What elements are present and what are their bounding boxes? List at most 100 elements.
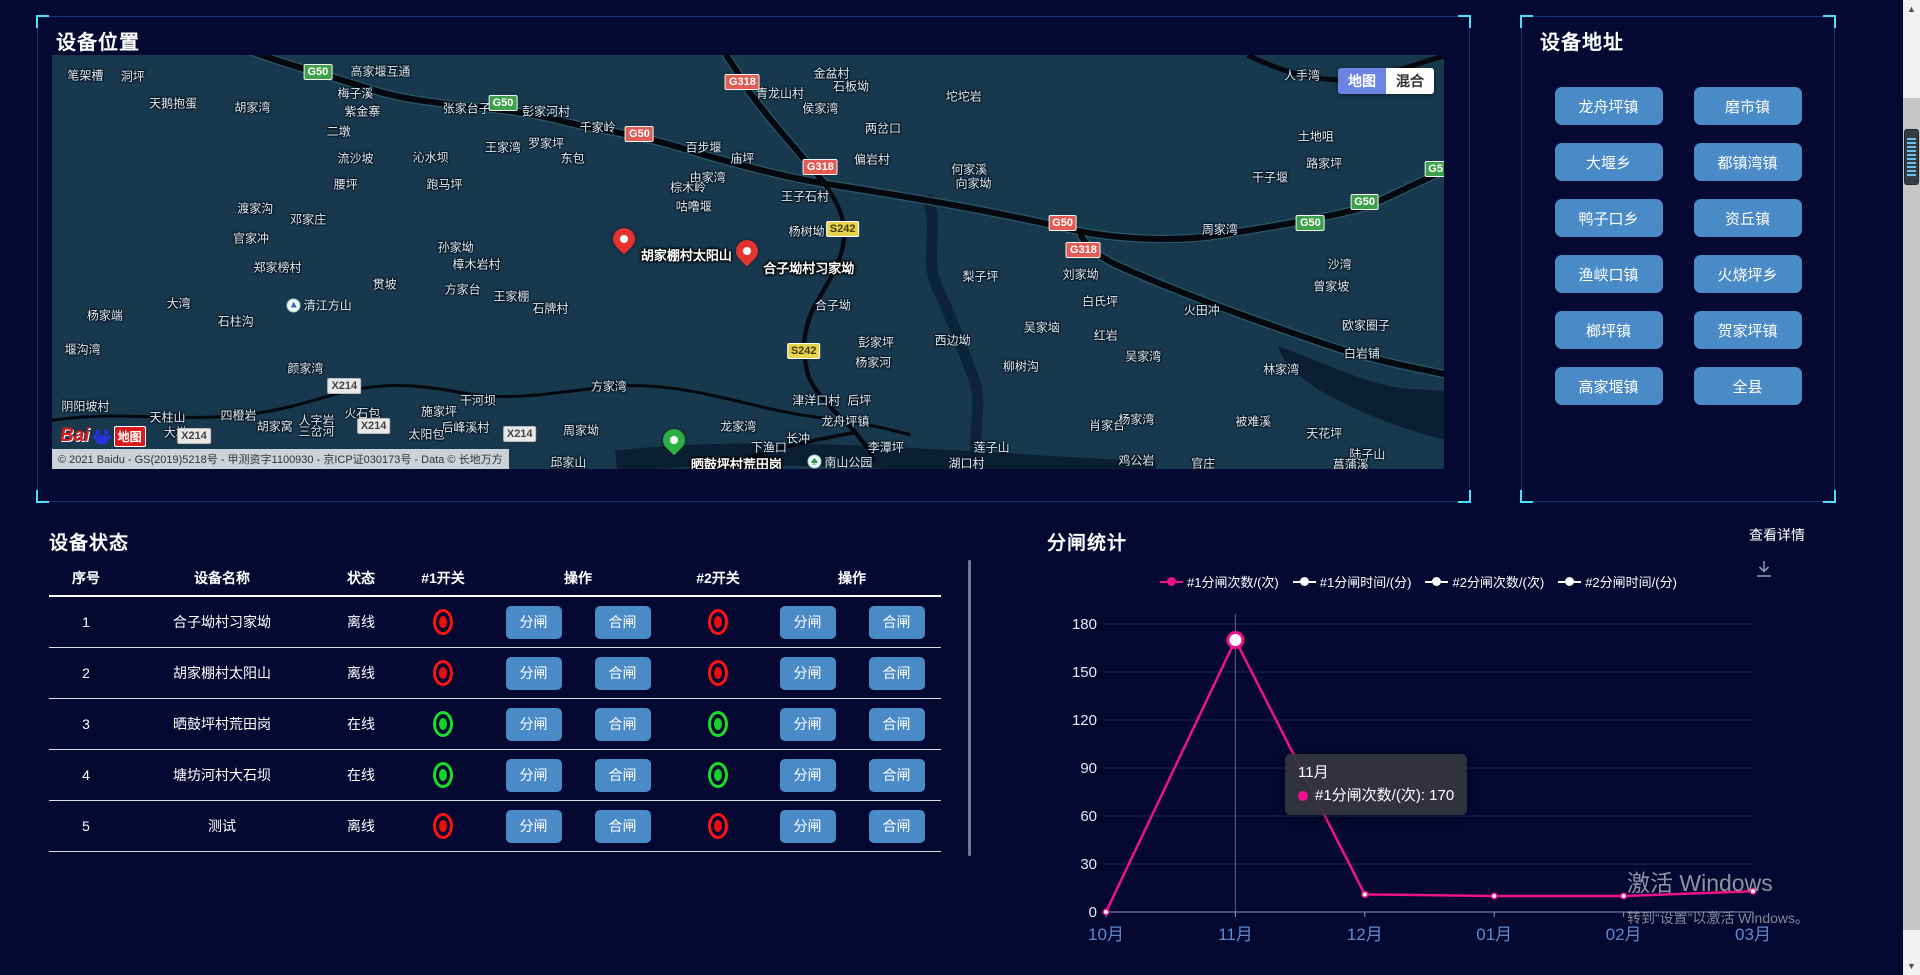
address-button[interactable]: 贺家坪镇 [1694,311,1802,349]
close-switch2-button[interactable]: 合闸 [869,810,925,843]
close-switch1-button[interactable]: 合闸 [595,759,651,792]
map-place-label: 渡家沟 [237,199,273,216]
map-place-label: 沙湾 [1328,256,1352,273]
operation-cell: 分闸合闸 [765,606,939,639]
device-pin-label: 合子坳村习家坳 [763,258,854,277]
device-status: 在线 [321,714,401,734]
close-switch2-button[interactable]: 合闸 [869,759,925,792]
table-header-cell: #2开关 [671,568,765,588]
close-switch2-button[interactable]: 合闸 [869,657,925,690]
download-icon[interactable] [1753,558,1775,585]
map-place-label: 高家堰互通 [350,63,410,80]
map-place-label: 沁水坝 [413,148,449,165]
close-switch2-button[interactable]: 合闸 [869,606,925,639]
operation-cell: 分闸合闸 [485,657,671,690]
open-switch2-button[interactable]: 分闸 [780,657,836,690]
table-row: 4塘坊河村大石坝在线分闸合闸分闸合闸 [49,750,941,801]
row-index: 5 [49,818,123,834]
view-details-link[interactable]: 查看详情 [1749,525,1805,545]
address-button[interactable]: 火烧坪乡 [1694,255,1802,293]
baidu-map[interactable]: 笔架槽洞坪天鹅抱蛋胡家湾梅子溪紫金寨高家堰互通二墩流沙坡沁水坝腰坪跑马坪渡家沟邓… [52,55,1444,469]
map-type-map-button[interactable]: 地图 [1338,68,1386,94]
map-place-label: 胡家窝 [257,417,293,434]
map-place-label: 干河坝 [460,392,496,409]
map-place-label: 阴阳坡村 [61,398,109,415]
scrollbar-thumb[interactable] [1903,98,1920,930]
map-place-label: 吴家湾 [1125,348,1161,365]
table-header-cell: 序号 [49,568,123,588]
close-switch1-button[interactable]: 合闸 [595,606,651,639]
device-status: 在线 [321,765,401,785]
legend-item[interactable]: #2分闸次数/(次) [1425,572,1544,591]
close-switch1-button[interactable]: 合闸 [595,810,651,843]
corner-decoration [1458,490,1471,503]
map-place-label: 梨子坪 [962,268,998,285]
address-button[interactable]: 都镇湾镇 [1694,143,1802,181]
svg-text:03月: 03月 [1735,925,1771,944]
map-place-label: 堰沟湾 [65,341,101,358]
map-place-label: 笔架槽 [67,67,103,84]
map-place-label: 方家台 [445,281,481,298]
open-switch2-button[interactable]: 分闸 [780,810,836,843]
road-badge-g50: G50 [1350,194,1379,210]
baidu-map-word: 地图 [114,426,146,447]
address-button[interactable]: 龙舟坪镇 [1555,87,1663,125]
row-index: 3 [49,716,123,732]
address-button[interactable]: 大堰乡 [1555,143,1663,181]
open-switch2-button[interactable]: 分闸 [780,606,836,639]
map-poi-park: ♣南山公园 [807,453,872,469]
open-switch1-button[interactable]: 分闸 [506,759,562,792]
address-button[interactable]: 全县 [1694,367,1802,405]
map-place-label: 两岔口 [865,119,901,136]
map-place-label: 干子堰 [1252,169,1288,186]
legend-item[interactable]: #1分闸时间/(分) [1293,572,1412,591]
map-place-label: 杨家河 [855,354,891,371]
table-scrollbar[interactable] [968,560,971,856]
map-place-label: 三岔河 [298,422,334,439]
map-place-label: 樟木岩村 [453,255,501,272]
table-header-row: 序号设备名称状态#1开关操作#2开关操作 [49,560,941,597]
switch2-indicator-green [708,762,728,788]
close-switch1-button[interactable]: 合闸 [595,657,651,690]
address-button[interactable]: 高家堰镇 [1555,367,1663,405]
address-button[interactable]: 榔坪镇 [1555,311,1663,349]
legend-item[interactable]: #1分闸次数/(次) [1160,572,1279,591]
address-button[interactable]: 鸭子口乡 [1555,199,1663,237]
road-badge-g318: G318 [725,74,760,90]
scrollbar-striped-widget[interactable] [1904,129,1919,185]
map-place-label: 周家坳 [563,421,599,438]
map-place-label: 官庄 [1191,454,1215,469]
map-place-label: 腰坪 [334,175,358,192]
map-place-label: 杨树坳 [788,222,824,239]
open-switch2-button[interactable]: 分闸 [780,759,836,792]
map-place-label: 二墩 [327,122,351,139]
table-row: 2胡家棚村太阳山离线分闸合闸分闸合闸 [49,648,941,699]
operation-cell: 分闸合闸 [485,759,671,792]
table-header-cell: 设备名称 [123,568,321,588]
open-switch1-button[interactable]: 分闸 [506,606,562,639]
open-switch2-button[interactable]: 分闸 [780,708,836,741]
close-switch2-button[interactable]: 合闸 [869,708,925,741]
device-name: 合子坳村习家坳 [123,612,321,632]
operation-cell: 分闸合闸 [485,810,671,843]
page-scrollbar[interactable]: ▲ ▼ [1903,0,1920,975]
map-type-hybrid-button[interactable]: 混合 [1386,68,1434,94]
address-button[interactable]: 渔峡口镇 [1555,255,1663,293]
scrollbar-up-icon[interactable]: ▲ [1903,4,1920,14]
address-button[interactable]: 资丘镇 [1694,199,1802,237]
table-header-cell: #1开关 [401,568,485,588]
map-place-label: 王子石村 [781,187,829,204]
scrollbar-down-icon[interactable]: ▼ [1903,961,1920,971]
open-switch1-button[interactable]: 分闸 [506,657,562,690]
close-switch1-button[interactable]: 合闸 [595,708,651,741]
device-location-title: 设备位置 [56,26,140,55]
open-switch1-button[interactable]: 分闸 [506,810,562,843]
map-place-label: 贯坡 [373,276,397,293]
open-switch1-button[interactable]: 分闸 [506,708,562,741]
svg-text:12月: 12月 [1347,925,1383,944]
corner-decoration [36,15,49,28]
baidu-paw-icon [92,426,112,446]
address-button[interactable]: 磨市镇 [1694,87,1802,125]
legend-item[interactable]: #2分闸时间/(分) [1558,572,1677,591]
map-place-label: 千家岭 [580,119,616,136]
